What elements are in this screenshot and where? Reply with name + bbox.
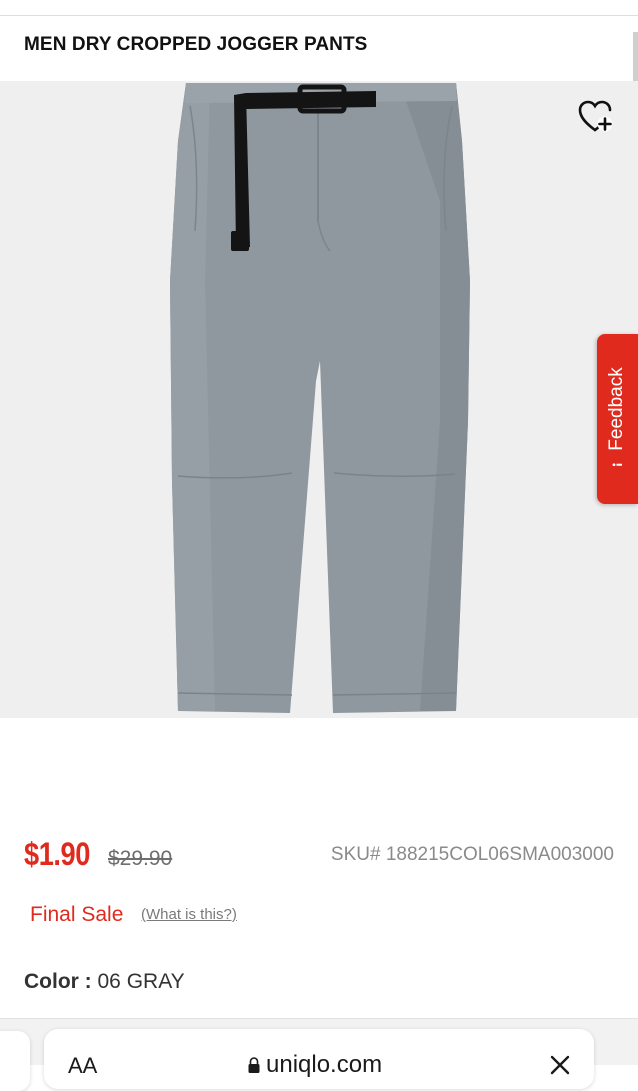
color-label: Color :: [24, 970, 92, 993]
feedback-icon: [612, 463, 622, 467]
color-row: Color : 06 GRAY: [24, 970, 185, 994]
heart-plus-icon: [578, 100, 613, 132]
wishlist-button[interactable]: [575, 96, 617, 138]
tab-switcher-stub[interactable]: [0, 1031, 30, 1091]
sku-number: SKU# 188215COL06SMA003000: [330, 844, 614, 865]
address-bar[interactable]: AA uniqlo.com: [44, 1029, 594, 1089]
feedback-label: Feedback: [606, 367, 627, 451]
title-bar: MEN DRY CROPPED JOGGER PANTS: [0, 16, 638, 96]
final-sale-label: Final Sale: [30, 903, 124, 926]
browser-toolbar: AA uniqlo.com: [0, 1018, 638, 1091]
pants-illustration: [170, 83, 470, 713]
what-is-this-link[interactable]: (What is this?): [141, 906, 237, 923]
close-icon[interactable]: [548, 1053, 572, 1077]
url-text: uniqlo.com: [266, 1051, 383, 1078]
sale-price: $1.90: [24, 836, 90, 872]
text-size-button[interactable]: AA: [68, 1053, 97, 1079]
top-strip: [0, 0, 638, 16]
original-price: $29.90: [108, 847, 173, 870]
lock-icon: [248, 1057, 260, 1073]
color-value: 06 GRAY: [97, 970, 185, 993]
product-title: MEN DRY CROPPED JOGGER PANTS: [24, 34, 368, 55]
feedback-button[interactable]: Feedback: [597, 334, 638, 504]
price-row: $1.90 $29.90 SKU# 188215COL06SMA003000: [24, 836, 624, 876]
product-image[interactable]: [0, 81, 638, 718]
